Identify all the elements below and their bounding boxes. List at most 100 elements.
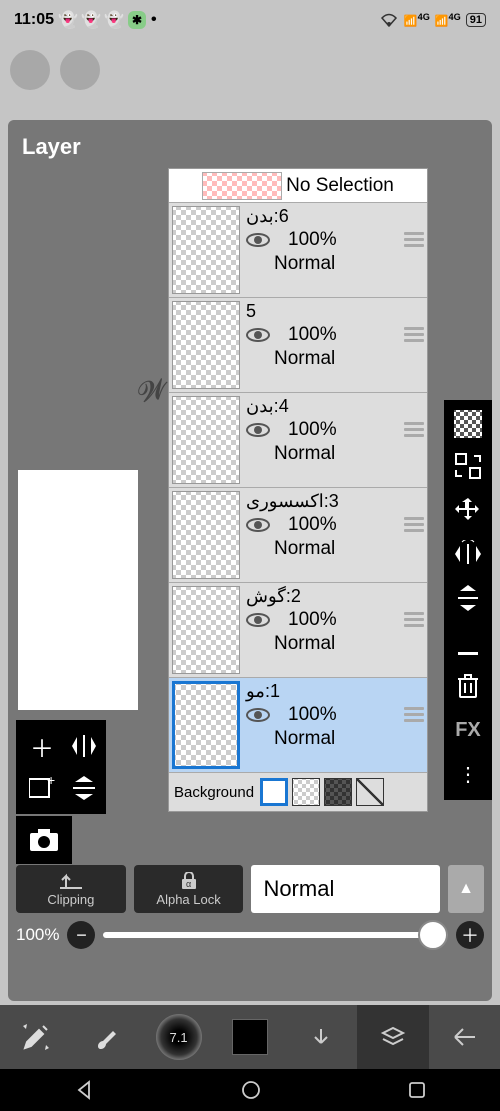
left-toolbar: ＋ + (16, 720, 106, 814)
drag-handle-icon[interactable] (404, 612, 424, 627)
decrease-button[interactable]: − (67, 921, 95, 949)
top-tabs (0, 40, 500, 100)
more-icon[interactable]: ⋮ (452, 758, 484, 790)
visibility-icon[interactable] (246, 328, 270, 342)
nav-recent-icon[interactable] (407, 1080, 427, 1100)
background-row: Background (169, 773, 427, 811)
visibility-icon[interactable] (246, 708, 270, 722)
add-image-button[interactable]: + (24, 770, 60, 806)
slider-knob[interactable] (418, 920, 448, 950)
clipping-button[interactable]: Clipping (16, 865, 126, 913)
alpha-lock-button[interactable]: α Alpha Lock (134, 865, 244, 913)
layer-thumb[interactable] (172, 491, 240, 579)
layer-opacity: 100% (288, 419, 337, 441)
signal-icon: 📶4G (404, 12, 430, 28)
layer-blend: Normal (274, 633, 400, 655)
layer-row[interactable]: 3:اكسسورى 100% Normal (169, 488, 427, 583)
status-bar: 11:05 👻 👻 👻 ✱ • 📶4G 📶4G 91 (0, 0, 500, 40)
collapse-button[interactable]: ▲ (448, 865, 484, 913)
opacity-value: 100% (16, 925, 59, 945)
color-swatch[interactable] (214, 1005, 285, 1069)
layer-thumb[interactable] (172, 206, 240, 294)
layer-thumb[interactable] (172, 301, 240, 389)
drag-handle-icon[interactable] (404, 327, 424, 342)
battery-icon: 91 (466, 13, 486, 27)
nav-back-icon[interactable] (73, 1079, 95, 1101)
brush-size[interactable]: 7.1 (143, 1005, 214, 1069)
layer-row[interactable]: 4:بدن 100% Normal (169, 393, 427, 488)
brush-icon[interactable] (71, 1005, 142, 1069)
drag-handle-icon[interactable] (404, 707, 424, 722)
signal-icon: 📶4G (435, 12, 461, 28)
android-nav-bar (0, 1069, 500, 1111)
drag-handle-icon[interactable] (404, 232, 424, 247)
layer-name: 6:بدن (246, 206, 400, 227)
background-label: Background (174, 784, 254, 801)
layer-name: 2:گوش (246, 586, 400, 607)
layer-thumb[interactable] (172, 681, 240, 769)
layer-name: 3:اكسسورى (246, 491, 400, 512)
layer-row[interactable]: 5 100% Normal (169, 298, 427, 393)
nav-home-icon[interactable] (240, 1079, 262, 1101)
selection-thumb (202, 172, 282, 200)
canvas-preview[interactable] (18, 470, 138, 710)
panel-title: Layer (16, 128, 484, 166)
blend-mode-select[interactable]: Normal (251, 865, 440, 913)
drag-handle-icon[interactable] (404, 422, 424, 437)
opacity-slider[interactable] (103, 932, 448, 938)
delete-icon[interactable] (452, 670, 484, 702)
snapchat-icon: 👻 (59, 11, 77, 29)
layer-panel: Layer 𝓦 No Selection 6:بدن 100% Normal 5… (8, 120, 492, 1001)
bg-white[interactable] (260, 778, 288, 806)
swap-icon[interactable] (452, 450, 484, 482)
visibility-icon[interactable] (246, 423, 270, 437)
mirror-horizontal-icon[interactable] (452, 538, 484, 570)
layer-name: 1:مو (246, 681, 400, 702)
visibility-icon[interactable] (246, 613, 270, 627)
checker-icon[interactable] (454, 410, 482, 438)
camera-button[interactable] (16, 816, 72, 864)
layer-blend: Normal (274, 348, 400, 370)
tab-circle[interactable] (10, 50, 50, 90)
no-selection-row[interactable]: No Selection (169, 169, 427, 203)
merge-down-icon[interactable] (452, 626, 484, 658)
clock: 11:05 (14, 11, 54, 29)
layer-controls: Clipping α Alpha Lock Normal ▲ 100% − ＋ (16, 865, 484, 949)
layer-row[interactable]: 6:بدن 100% Normal (169, 203, 427, 298)
fx-button[interactable]: FX (452, 714, 484, 746)
bg-none[interactable] (356, 778, 384, 806)
layer-row[interactable]: 2:گوش 100% Normal (169, 583, 427, 678)
layer-name: 5 (246, 301, 400, 322)
back-arrow-icon[interactable] (429, 1005, 500, 1069)
layer-blend: Normal (274, 443, 400, 465)
sketch-mark: 𝓦 (135, 373, 170, 411)
layer-row-selected[interactable]: 1:مو 100% Normal (169, 678, 427, 773)
opacity-slider-row: 100% − ＋ (16, 921, 484, 949)
pen-swap-icon[interactable] (0, 1005, 71, 1069)
layer-opacity: 100% (288, 229, 337, 251)
layer-opacity: 100% (288, 324, 337, 346)
layers-icon[interactable] (357, 1005, 428, 1069)
down-arrow-icon[interactable] (286, 1005, 357, 1069)
bg-transparent[interactable] (292, 778, 320, 806)
layer-opacity: 100% (288, 514, 337, 536)
flip-vertical-icon[interactable] (66, 770, 102, 806)
mirror-vertical-icon[interactable] (452, 582, 484, 614)
flip-horizontal-icon[interactable] (66, 728, 102, 764)
increase-button[interactable]: ＋ (456, 921, 484, 949)
wifi-icon (379, 13, 399, 27)
layer-thumb[interactable] (172, 396, 240, 484)
layers-list: No Selection 6:بدن 100% Normal 5 100% No… (168, 168, 428, 812)
add-layer-button[interactable]: ＋ (24, 728, 60, 764)
layer-thumb[interactable] (172, 586, 240, 674)
drag-handle-icon[interactable] (404, 517, 424, 532)
dot-icon: • (151, 11, 157, 29)
right-toolbar: FX ⋮ (444, 400, 492, 800)
move-icon[interactable] (452, 494, 484, 526)
visibility-icon[interactable] (246, 518, 270, 532)
bottom-toolbar: 7.1 (0, 1005, 500, 1069)
visibility-icon[interactable] (246, 233, 270, 247)
bg-dark[interactable] (324, 778, 352, 806)
snapchat-icon: 👻 (105, 11, 123, 29)
tab-circle[interactable] (60, 50, 100, 90)
